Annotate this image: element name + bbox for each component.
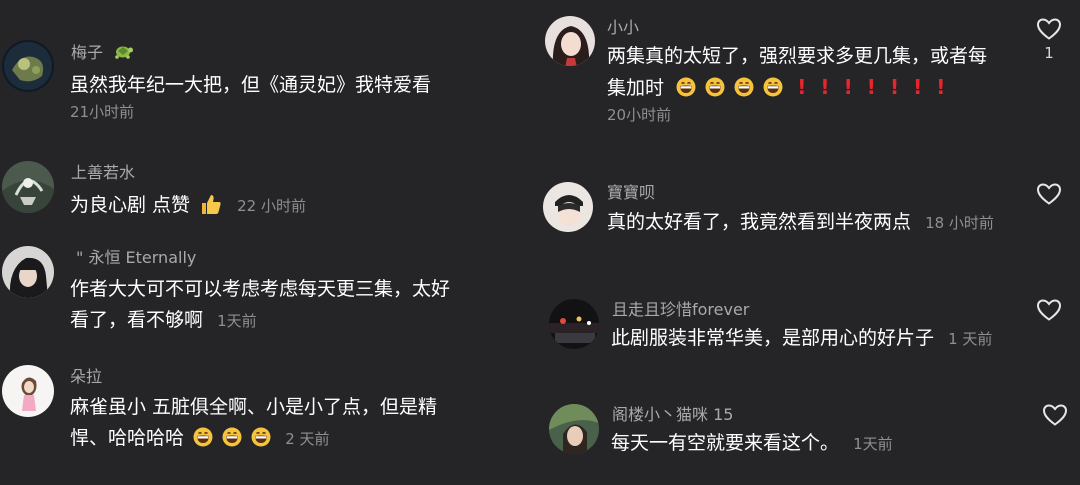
username[interactable]: 且走且珍惜forever — [612, 299, 749, 321]
comment-text-content: 为良心剧 点赞 — [70, 194, 191, 216]
username-text[interactable]: 梅子 — [71, 43, 103, 62]
comment-time: 1 天前 — [948, 330, 993, 348]
comment-item: 小小 两集真的太短了，强烈要求多更几集，或者每 集加时 ! ! ! ! ! ! … — [540, 0, 1080, 170]
comment-item: 梅子 虽然我年纪一大把，但《通灵妃》我特爱看 21小时前 — [0, 0, 540, 140]
grinning-icon — [705, 77, 725, 97]
grinning-icon — [763, 77, 783, 97]
comment-text-line: 两集真的太短了，强烈要求多更几集，或者每 — [607, 45, 988, 67]
comment-text-content: 此剧服装非常华美，是部用心的好片子 — [611, 327, 935, 349]
avatar[interactable] — [2, 246, 54, 298]
comment-text-line: 作者大大可不可以考虑考虑每天更三集，太好 — [70, 278, 451, 300]
exclamation-icon: ! — [913, 75, 923, 99]
comment-text-content: 真的太好看了，我竟然看到半夜两点 — [607, 211, 912, 233]
comment-time: 2 天前 — [285, 430, 330, 448]
username[interactable]: 梅子 — [71, 41, 134, 64]
grinning-icon — [251, 427, 271, 447]
comment-text-content: 每天一有空就要来看这个。 — [611, 432, 840, 454]
avatar[interactable] — [2, 365, 54, 417]
comment-item: 上善若水 为良心剧 点赞 22 小时前 — [0, 140, 540, 240]
username[interactable]: 朵拉 — [70, 366, 102, 388]
username[interactable]: 上善若水 — [71, 162, 135, 184]
comment-item: 朵拉 麻雀虽小 五脏俱全啊、小是小了点，但是精 悍、哈哈哈哈 2 天前 — [0, 360, 540, 485]
avatar[interactable] — [549, 299, 599, 349]
comment-text: 此剧服装非常华美，是部用心的好片子 1 天前 — [611, 323, 1041, 355]
comment-column-right: 小小 两集真的太短了，强烈要求多更几集，或者每 集加时 ! ! ! ! ! ! … — [540, 0, 1080, 485]
comment-column-left: 梅子 虽然我年纪一大把，但《通灵妃》我特爱看 21小时前 上善若水 为良心剧 点… — [0, 0, 540, 485]
like-heart-icon[interactable] — [1036, 298, 1062, 322]
username[interactable]: " 永恒 Eternally — [76, 247, 196, 269]
like-count: 1 — [1044, 44, 1054, 62]
grinning-icon — [734, 77, 754, 97]
avatar[interactable] — [2, 161, 54, 213]
comment-text-line: 悍、哈哈哈哈 2 天前 — [70, 423, 500, 455]
comment-text: 每天一有空就要来看这个。 1天前 — [611, 428, 1041, 460]
avatar[interactable] — [543, 182, 593, 232]
like-heart-icon[interactable] — [1042, 403, 1068, 427]
avatar[interactable] — [545, 16, 595, 66]
like-heart-icon[interactable] — [1036, 182, 1062, 206]
comment-text: 作者大大可不可以考虑考虑每天更三集，太好 看了，看不够啊 1天前 — [70, 274, 500, 337]
thumbs-up-icon — [199, 192, 223, 216]
comment-text-line: 集加时 ! ! ! ! ! ! ! — [607, 72, 1037, 104]
turtle-emoji-icon — [112, 41, 134, 61]
username[interactable]: 阁楼小丶猫咪 15 — [612, 404, 733, 426]
comment-item: 且走且珍惜forever 此剧服装非常华美，是部用心的好片子 1 天前 — [540, 290, 1080, 400]
comment-text: 为良心剧 点赞 22 小时前 — [70, 190, 500, 222]
exclamation-icon: ! — [797, 75, 807, 99]
exclamation-icon: ! — [820, 75, 830, 99]
like-heart-icon[interactable] — [1036, 17, 1062, 41]
comment-text-content: 集加时 — [607, 77, 665, 99]
grinning-icon — [676, 77, 696, 97]
comment-time: 21小时前 — [70, 103, 135, 121]
comment-time: 18 小时前 — [925, 214, 994, 232]
comment-item: 寶寶呗 真的太好看了，我竟然看到半夜两点 18 小时前 — [540, 170, 1080, 290]
comment-text: 虽然我年纪一大把，但《通灵妃》我特爱看 — [70, 74, 432, 96]
avatar[interactable] — [549, 404, 599, 454]
exclamation-icon: ! — [866, 75, 876, 99]
comment-text: 两集真的太短了，强烈要求多更几集，或者每 集加时 ! ! ! ! ! ! ! — [607, 41, 1037, 104]
comment-item: " 永恒 Eternally 作者大大可不可以考虑考虑每天更三集，太好 看了，看… — [0, 240, 540, 360]
comment-text: 真的太好看了，我竟然看到半夜两点 18 小时前 — [607, 207, 1037, 239]
exclamation-icon: ! — [843, 75, 853, 99]
grinning-icon — [193, 427, 213, 447]
comment-time: 20小时前 — [607, 106, 672, 124]
username[interactable]: 寶寶呗 — [607, 182, 655, 204]
comment-item: 阁楼小丶猫咪 15 每天一有空就要来看这个。 1天前 — [540, 400, 1080, 485]
username[interactable]: 小小 — [607, 17, 639, 39]
comment-time: 1天前 — [217, 312, 257, 330]
comment-text-line: 看了，看不够啊 1天前 — [70, 305, 500, 337]
exclamation-icon: ! — [936, 75, 946, 99]
avatar[interactable] — [2, 40, 54, 92]
comment-text: 麻雀虽小 五脏俱全啊、小是小了点，但是精 悍、哈哈哈哈 2 天前 — [70, 392, 500, 455]
grinning-icon — [222, 427, 242, 447]
comment-text-content: 看了，看不够啊 — [70, 309, 204, 331]
comment-text-line: 麻雀虽小 五脏俱全啊、小是小了点，但是精 — [70, 396, 438, 418]
comment-time: 22 小时前 — [237, 197, 306, 215]
comment-time: 1天前 — [853, 435, 893, 453]
exclamation-icon: ! — [889, 75, 900, 99]
comment-text-content: 悍、哈哈哈哈 — [70, 427, 185, 449]
